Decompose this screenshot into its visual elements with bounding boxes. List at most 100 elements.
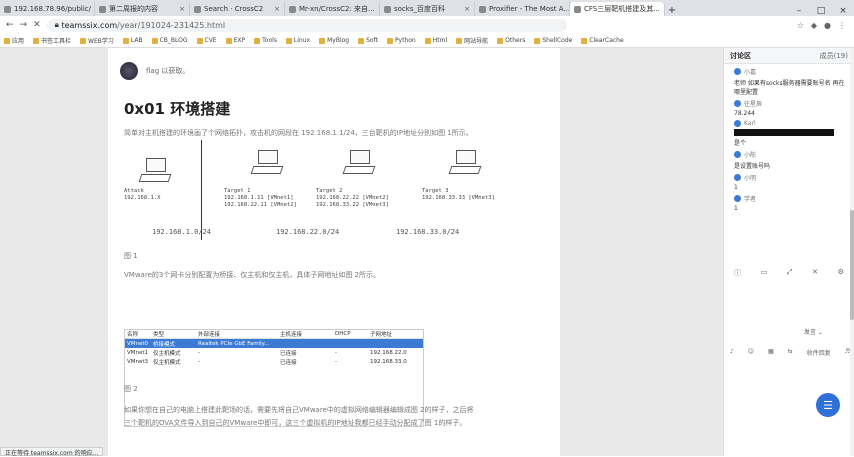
table-row: VMnet3 仅主机模式 - 已连接 - 192.168.33.0 — [127, 358, 407, 366]
tab-5[interactable]: socks_百度百科 × — [380, 2, 475, 16]
network-topology-diagram: Attack 192.168.1.X Target 1 192.168.1.11… — [124, 140, 544, 240]
folder-icon — [319, 37, 326, 44]
extension-icon[interactable]: ◆ — [811, 21, 817, 30]
bookmark-item[interactable]: CVE — [196, 37, 217, 44]
folder-icon — [33, 37, 40, 44]
forward-icon[interactable]: → — [20, 20, 28, 30]
bookmark-item[interactable]: ShellCode — [534, 37, 572, 44]
user-avatar-icon — [734, 100, 741, 107]
divider — [201, 140, 202, 240]
image-icon[interactable]: ▦ — [768, 348, 774, 357]
article-content: flag 以获取。 0x01 环境搭建 简单对主机搭建的环境画了个网络拓扑，攻击… — [108, 48, 560, 456]
node-label: Attack 192.168.1.X — [124, 188, 161, 201]
user-avatar-icon — [734, 174, 741, 181]
video-icon[interactable]: ▭ — [761, 268, 768, 278]
chat-toolbar: ⓘ ▭ ⤢ ✕ ⚙ — [734, 268, 844, 278]
tab-1[interactable]: 192.168.78.96/public/× — [0, 2, 95, 16]
bookmark-item[interactable]: Soft — [358, 37, 378, 44]
mic-icon[interactable]: ♪ — [730, 348, 734, 357]
stop-icon[interactable]: ✕ — [33, 20, 41, 30]
bookmark-item[interactable]: 网站导航 — [456, 36, 488, 45]
bookmark-item[interactable]: CB_BLOG — [151, 37, 188, 44]
subnet-label: 192.168.33.0/24 — [396, 228, 460, 236]
table-row: VMnet0 桥接模式 Realtek PCIe GbE Family... — [125, 339, 423, 348]
panel-header: 讨论区 成员(19) — [724, 48, 854, 64]
favicon-icon — [384, 5, 391, 13]
switch-icon[interactable]: ⇆ — [788, 348, 793, 357]
close-icon[interactable]: × — [274, 5, 280, 13]
computer-icon — [342, 150, 376, 176]
close-icon[interactable]: × — [464, 5, 470, 13]
expand-icon[interactable]: ⤢ — [787, 268, 793, 278]
table-row: VMnet1 仅主机模式 - 已连接 - 192.168.22.0 — [127, 349, 407, 357]
folder-icon — [254, 37, 261, 44]
star-icon[interactable]: ☆ — [797, 21, 804, 30]
user-avatar-icon — [734, 195, 741, 202]
lock-icon: 🔒︎ — [54, 20, 62, 29]
folder-icon — [151, 37, 158, 44]
settings-icon[interactable]: ⚙ — [838, 268, 844, 278]
tab-2[interactable]: 第二周报的内容 × — [95, 2, 190, 16]
bookmark-item[interactable]: 书签工具栏 — [33, 36, 71, 45]
bookmark-item[interactable]: WEB学习 — [80, 36, 114, 45]
avatar — [120, 62, 138, 80]
vmware-paragraph: VMware的3个网卡分别配置为桥接、仅主机和仅主机，具体子网地址如图 2所示。 — [124, 271, 381, 279]
list-menu-button[interactable]: ☰ — [816, 393, 840, 417]
article-text: flag 以获取。 — [146, 67, 190, 75]
node-label: Target 2 192.168.22.22 [VMnet2] 192.168.… — [316, 188, 389, 208]
profile-icon[interactable]: ● — [824, 21, 831, 30]
address-bar: ← → ✕ 🔒︎ teamssix.com/year/191024-231425… — [0, 16, 854, 34]
folder-icon — [225, 37, 232, 44]
scrollbar-thumb[interactable] — [850, 210, 854, 320]
bookmark-item[interactable]: Html — [424, 37, 447, 44]
computer-icon — [448, 150, 482, 176]
close-icon[interactable]: × — [179, 5, 185, 13]
chat-message: 小陈 是设置账号吗 — [734, 151, 771, 170]
tab-4[interactable]: Mr-xn/CrossC2: 来自...× — [285, 2, 380, 16]
window-controls: – □ × — [788, 6, 854, 16]
close-icon[interactable]: ✕ — [812, 268, 818, 278]
bookmark-item[interactable]: LAB — [122, 37, 143, 44]
minimize-icon[interactable]: – — [788, 6, 810, 16]
list-icon: ☰ — [823, 398, 833, 412]
page-viewport: flag 以获取。 0x01 环境搭建 简单对主机搭建的环境画了个网络拓扑，攻击… — [0, 48, 723, 456]
folder-icon — [358, 37, 365, 44]
new-tab-button[interactable]: + — [665, 5, 679, 16]
emoji-icon[interactable]: ☺ — [748, 348, 754, 357]
maximize-icon[interactable]: □ — [810, 6, 832, 16]
figure-caption: 图 1 — [124, 252, 138, 260]
info-icon[interactable]: ⓘ — [734, 268, 741, 278]
table-header-row: 名称 类型 外部连接 主机连接 DHCP 子网地址 — [125, 330, 423, 339]
bookmark-item[interactable]: Linux — [285, 37, 310, 44]
status-bar: 正在等待 teamssix.com 的响应... — [0, 447, 104, 457]
reply-button[interactable]: 收件回复 — [807, 348, 831, 357]
url-input[interactable]: 🔒︎ teamssix.com/year/191024-231425.html — [46, 18, 567, 32]
folder-icon — [534, 37, 541, 44]
back-icon[interactable]: ← — [6, 20, 14, 30]
tab-6[interactable]: Proxifier - The Most A...× — [475, 2, 570, 16]
chat-message: 小嘉 老师 如果有socks服务器需要账号名 再在哪里配置 — [734, 68, 845, 96]
bookmark-item[interactable]: 应用 — [4, 36, 24, 45]
chat-message: 往星辰 78.244 — [734, 100, 763, 117]
bookmark-item[interactable]: MyBlog — [319, 37, 349, 44]
bookmark-item[interactable]: Tools — [254, 37, 277, 44]
folder-icon — [581, 37, 588, 44]
chat-message: 小明 1 — [734, 174, 757, 191]
chat-message: 学者 1 — [734, 195, 757, 212]
close-window-icon[interactable]: × — [832, 6, 854, 16]
user-avatar-icon — [734, 120, 741, 127]
folder-icon — [285, 37, 292, 44]
bookmark-item[interactable]: EXP — [225, 37, 245, 44]
favicon-icon — [479, 5, 486, 13]
send-mode[interactable]: 发言 ⌄ — [804, 327, 823, 336]
intro-paragraph: 简单对主机搭建的环境画了个网络拓扑，攻击机的网段在 192.168.1.1/24… — [124, 129, 473, 137]
bookmark-item[interactable]: ClearCache — [581, 37, 624, 44]
bookmark-item[interactable]: Python — [386, 37, 416, 44]
favicon-icon — [289, 5, 296, 13]
tab-7[interactable]: CFS三层靶机搭建及其...× — [570, 2, 665, 16]
bookmark-item[interactable]: Others — [497, 37, 525, 44]
menu-icon[interactable]: ⋮ — [838, 21, 846, 30]
tab-3[interactable]: Search · CrossC2 × — [190, 2, 285, 16]
folder-icon — [424, 37, 431, 44]
section-title: 0x01 环境搭建 — [124, 100, 231, 118]
